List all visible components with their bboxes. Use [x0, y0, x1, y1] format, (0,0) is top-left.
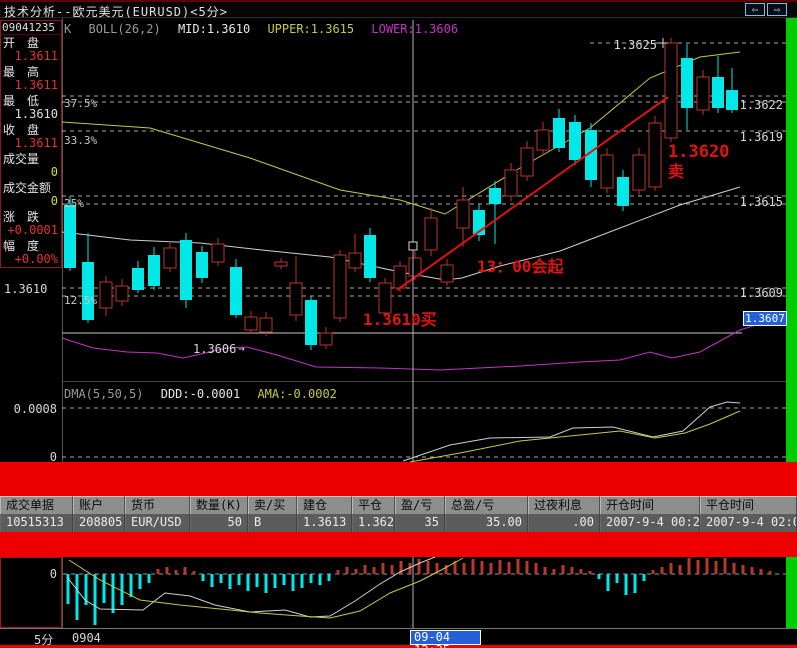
chart-text: 0.0008	[14, 402, 57, 416]
right-arrow-icon: ⇨	[773, 3, 781, 16]
quote-item-value: 1.3611	[14, 135, 58, 150]
dma-indicator-header: DMA(5,50,5) DDD:-0.0001 AMA:-0.0002	[64, 387, 347, 401]
period-label[interactable]: 5分	[34, 631, 53, 648]
yellow_line-line	[409, 410, 741, 463]
quote-panel: 09041235 开 盘 1.3611 最 高 1.3611 最 低 1.3610 收 盘1…	[0, 20, 62, 268]
trade-table-header-cell: 建仓	[297, 496, 352, 514]
trade-table: 成交单据 账户 货币 数量(K) 卖/买 建仓 平仓 盈/亏 总盈/亏 过夜利息 开仓时间 平仓时间 …	[0, 496, 797, 532]
quote-item: 最 低 1.3610	[1, 93, 61, 121]
trading-app-window: 技术分析--欧元美元(EURUSD)<5分> ⇦ ⇨ 09041235 开 盘1…	[0, 0, 797, 648]
crosshair-time-badge: 09-04 12:35	[410, 630, 481, 648]
quote-item: 开 盘 1.3611	[1, 35, 61, 63]
quote-item-value: 1.3610	[14, 106, 58, 121]
trade-table-header-cell: 总盈/亏	[445, 496, 528, 514]
trade-table-header-cell: 开仓时间	[600, 496, 700, 514]
panel-divider	[62, 381, 786, 382]
right-green-stripe-bottom	[786, 557, 797, 628]
bottom-panel-axis-box	[0, 557, 62, 628]
quote-item-value: +0.00%	[14, 251, 58, 266]
trade-table-header-cell: 成交单据	[0, 496, 73, 514]
quote-item-label: 成交量	[3, 151, 40, 166]
left-arrow-icon: ⇦	[751, 3, 759, 16]
trade-table-cell: 1.3620	[352, 514, 395, 532]
date-label: 0904	[72, 631, 101, 645]
quote-item-value: 0	[50, 164, 58, 179]
left-axis-price-label: 1.3610	[4, 282, 48, 296]
trade-table-cell: .00	[528, 514, 600, 532]
main-chart-region[interactable]	[62, 30, 786, 380]
gutter-divider-top	[62, 18, 63, 462]
quote-item-label: 最 高	[3, 64, 40, 79]
white_line-line	[402, 401, 741, 462]
quote-item: 成交量 0	[1, 151, 61, 179]
dma-ddd-value: DDD:-0.0001	[160, 387, 241, 401]
bottom-panel-region[interactable]	[62, 557, 786, 628]
quote-item: 成交金额 0	[1, 180, 61, 208]
quote-item-label: 涨 跌	[3, 209, 40, 224]
quote-item: 最 高 1.3611	[1, 64, 61, 92]
red-stripe-upper	[0, 462, 797, 496]
current-price-badge: 1.3607	[743, 311, 787, 326]
trade-table-cell: 50	[190, 514, 248, 532]
trade-table-cell: 20880513	[73, 514, 125, 532]
quote-items: 开 盘 1.3611 最 高 1.3611 最 低 1.3610 收 盘 1.3611 成交量 0…	[1, 35, 61, 267]
quote-item-label: 开 盘	[3, 35, 40, 50]
trade-table-cell: 2007-9-4 02:04	[700, 514, 797, 532]
trade-table-header-cell: 数量(K)	[190, 496, 248, 514]
quote-item-label: 收 盘	[3, 122, 40, 137]
dma-ama-value: AMA:-0.0002	[257, 387, 337, 401]
quote-item: 涨 跌 +0.0001	[1, 209, 61, 237]
quote-item: 收 盘 1.3611	[1, 122, 61, 150]
trade-table-cell: B	[248, 514, 297, 532]
bottom-status-bar: 5分 0904	[0, 628, 797, 648]
quote-item-value: 0	[50, 193, 58, 208]
trade-table-cell: 1.3613	[297, 514, 352, 532]
prev-arrow-button[interactable]: ⇦	[745, 3, 765, 16]
dma-name-label: DMA(5,50,5)	[64, 387, 144, 401]
window-title: 技术分析--欧元美元(EURUSD)<5分>	[4, 5, 228, 19]
trade-table-header-cell: 平仓	[352, 496, 395, 514]
trade-table-header-cell: 平仓时间	[700, 496, 797, 514]
trade-table-header-cell: 货币	[125, 496, 190, 514]
trade-table-header: 成交单据 账户 货币 数量(K) 卖/买 建仓 平仓 盈/亏 总盈/亏 过夜利息 开仓时间 平仓时间	[0, 496, 797, 514]
trade-table-cell: 35.00	[445, 514, 528, 532]
trade-table-cell: 10515313	[0, 514, 73, 532]
trade-table-header-cell: 过夜利息	[528, 496, 600, 514]
trade-table-header-cell: 卖/买	[248, 496, 297, 514]
next-arrow-button[interactable]: ⇨	[767, 3, 787, 16]
quote-item-value: 1.3611	[14, 77, 58, 92]
trade-table-header-cell: 账户	[73, 496, 125, 514]
quote-item-label: 幅 度	[3, 238, 40, 253]
right-green-stripe-top	[786, 18, 797, 462]
quote-item-value: +0.0001	[7, 222, 58, 237]
quote-item-value: 1.3611	[14, 48, 58, 63]
trade-table-cell: 2007-9-4 00:29	[600, 514, 700, 532]
trade-table-cell: 35	[395, 514, 445, 532]
trade-table-header-cell: 盈/亏	[395, 496, 445, 514]
quote-code: 09041235	[1, 21, 61, 35]
trade-table-cell: EUR/USD	[125, 514, 190, 532]
trade-table-row[interactable]: 1051531320880513EUR/USD50B1.36131.362035…	[0, 514, 797, 532]
quote-item: 幅 度 +0.00%	[1, 238, 61, 266]
red-stripe-lower	[0, 532, 797, 557]
quote-item-label: 成交金额	[3, 180, 52, 195]
quote-item-label: 最 低	[3, 93, 40, 108]
